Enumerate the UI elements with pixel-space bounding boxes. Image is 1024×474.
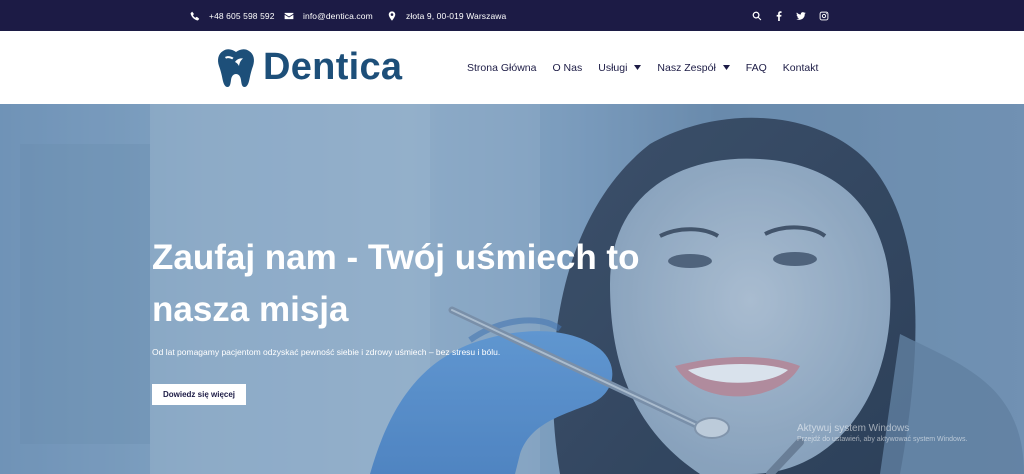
instagram-link[interactable] [819,0,829,31]
nav-item-team[interactable]: Nasz Zespół [657,61,730,74]
nav-item-label: Usługi [598,61,628,74]
search-button[interactable] [752,0,762,31]
main-navigation: Strona Główna O Nas Usługi Nasz Zespół F… [467,31,834,104]
envelope-icon [284,12,294,19]
email-address: info@dentica.com [303,10,373,21]
facebook-icon [776,10,782,21]
chevron-down-icon [634,65,642,70]
phone-icon [190,11,200,20]
hero-subtitle: Od lat pomagamy pacjentom odzyskać pewno… [152,347,501,357]
windows-activation-watermark: Aktywuj system Windows Przejdź do ustawi… [797,423,967,443]
map-pin-icon [388,10,396,21]
nav-item-label: Kontakt [782,61,819,74]
instagram-icon [819,11,829,20]
nav-item-label: Strona Główna [467,61,537,74]
tooth-logo-icon [218,49,254,87]
hero-title: Zaufaj nam - Twój uśmiech to nasza misja [152,238,640,329]
phone-number: +48 605 598 592 [209,10,275,21]
watermark-line-1: Aktywuj system Windows [797,423,910,434]
address-contact[interactable]: złota 9, 00-019 Warszawa [387,0,506,31]
hero-banner: Zaufaj nam - Twój uśmiech to nasza misja… [0,104,1024,474]
email-contact[interactable]: info@dentica.com [284,0,373,31]
nav-item-label: O Nas [552,61,583,74]
nav-item-about[interactable]: O Nas [552,62,582,74]
facebook-link[interactable] [774,0,784,31]
nav-item-label: Nasz Zespół [657,61,716,74]
learn-more-button[interactable]: Dowiedz się więcej [152,384,246,405]
twitter-icon [796,11,806,20]
nav-item-label: FAQ [745,61,767,74]
nav-item-home[interactable]: Strona Główna [467,62,536,74]
logo-text: Dentica [263,46,403,88]
watermark-line-2: Przejdź do ustawień, aby aktywować syste… [797,436,968,443]
search-icon [752,11,762,20]
address-text: złota 9, 00-019 Warszawa [406,10,507,21]
nav-item-services[interactable]: Usługi [598,61,642,74]
site-logo[interactable]: Dentica [216,46,402,88]
phone-contact[interactable]: +48 605 598 592 [190,0,275,31]
chevron-down-icon [722,65,730,70]
top-info-bar: +48 605 598 592 info@dentica.com złota 9… [0,0,1024,31]
site-header: Dentica Strona Główna O Nas Usługi Nasz … [0,31,1024,104]
nav-item-faq[interactable]: FAQ [746,62,767,74]
twitter-link[interactable] [796,0,806,31]
nav-item-contact[interactable]: Kontakt [783,62,819,74]
